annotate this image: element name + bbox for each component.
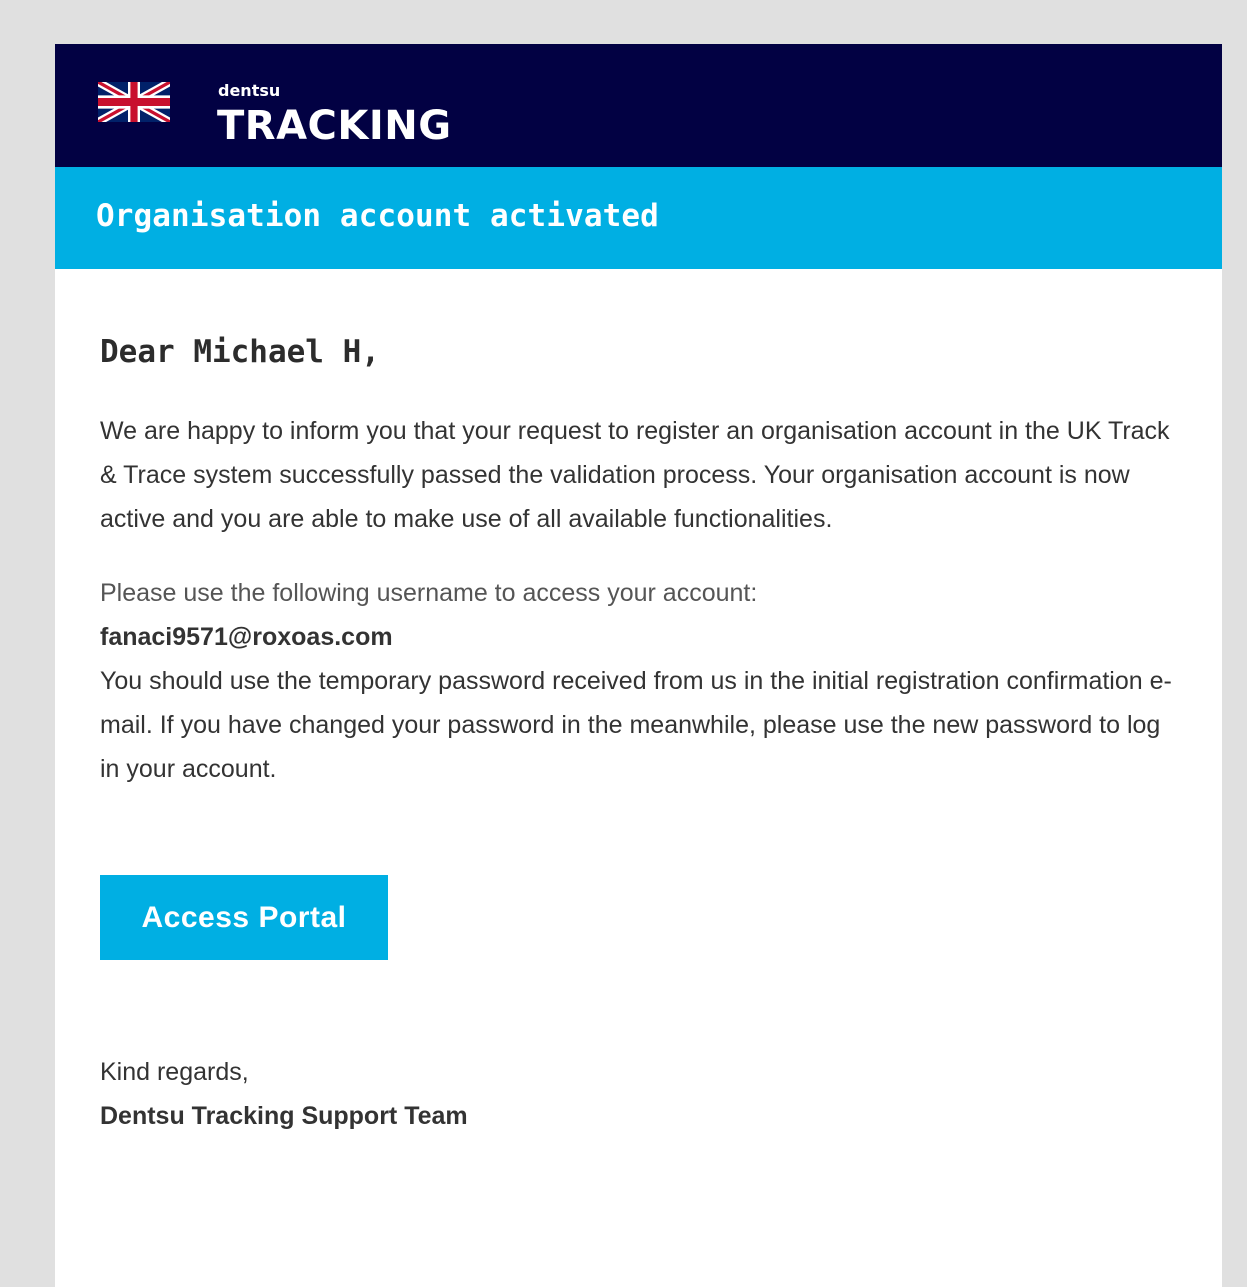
closing-text: Kind regards, [100,1058,249,1086]
email-content: Dear Michael H, We are happy to inform y… [100,332,1185,1138]
password-note: You should use the temporary password re… [100,667,1172,783]
brand-prefix: dentsu [218,81,281,100]
email-card: dentsu TRACKING Organisation account act… [55,44,1222,1287]
intro-paragraph: We are happy to inform you that your req… [100,417,1170,533]
support-team-name: Dentsu Tracking Support Team [100,1102,468,1130]
credentials-block: Please use the following username to acc… [100,571,1185,791]
brand-header: dentsu TRACKING [55,44,1222,167]
email-title: Organisation account activated [96,198,659,234]
title-banner: Organisation account activated [55,167,1222,269]
username-value: fanaci9571@roxoas.com [100,623,393,651]
uk-flag-icon [98,82,170,122]
brand-name: TRACKING [217,103,452,149]
signoff: Kind regards, Dentsu Tracking Support Te… [100,1050,1185,1138]
username-prompt: Please use the following username to acc… [100,579,758,607]
greeting: Dear Michael H, [100,334,380,370]
access-portal-button[interactable]: Access Portal [100,875,388,960]
